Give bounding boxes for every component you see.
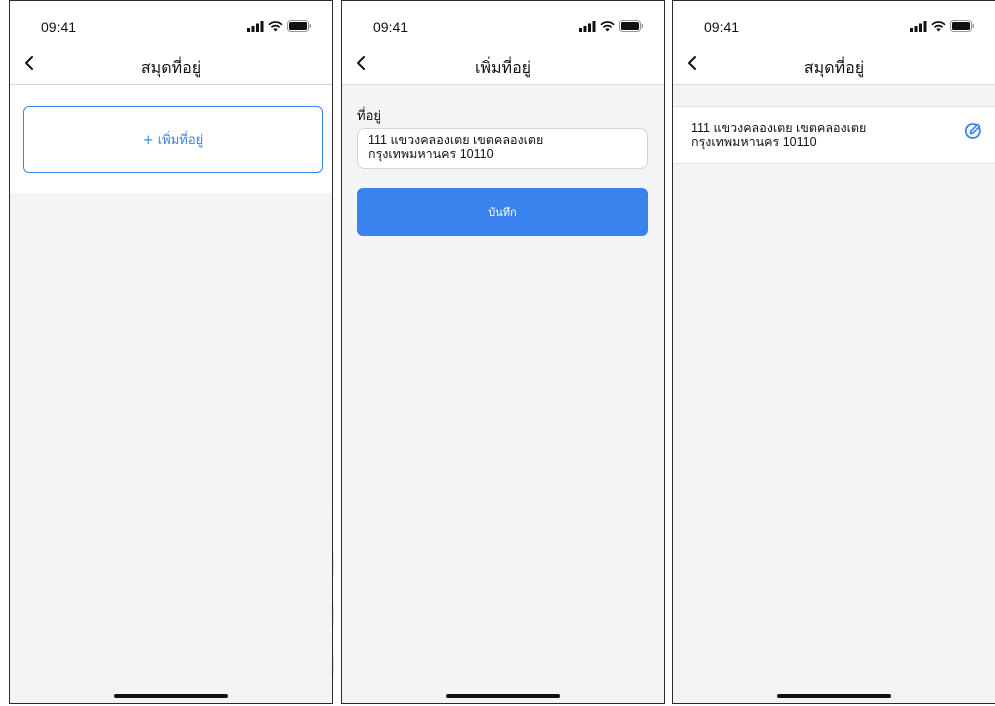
chevron-left-icon[interactable] — [685, 54, 701, 72]
cellular-signal-icon — [579, 20, 596, 32]
address-input-line-1: 111 แขวงคลองเตย เขตคลองเตย — [368, 133, 544, 147]
chevron-left-icon[interactable] — [354, 54, 370, 72]
status-time: 09:41 — [41, 19, 77, 35]
status-bar: 09:41 — [10, 1, 332, 41]
address-label: ที่อยู่ — [357, 109, 381, 124]
home-indicator — [446, 694, 560, 698]
status-time: 09:41 — [704, 19, 740, 35]
battery-icon — [950, 20, 974, 32]
address-line-2: กรุงเทพมหานคร 10110 — [691, 135, 817, 149]
cellular-signal-icon — [247, 20, 264, 32]
address-book-empty-screen: 09:41 สมุดที่อยู่ + เพิ่มที่อยู่ — [9, 0, 333, 704]
edit-icon[interactable] — [963, 121, 983, 141]
navigation-bar: เพิ่มที่อยู่ — [342, 41, 664, 85]
chevron-left-icon[interactable] — [22, 54, 38, 72]
add-address-screen: 09:41 เพิ่มที่อยู่ ที่อยู่ 111 แขวงคลองเ… — [341, 0, 665, 704]
status-time: 09:41 — [373, 19, 409, 35]
address-input[interactable]: 111 แขวงคลองเตย เขตคลองเตย กรุงเทพมหานคร… — [357, 128, 648, 169]
battery-icon — [619, 20, 643, 32]
cellular-signal-icon — [910, 20, 927, 32]
navigation-bar: สมุดที่อยู่ — [10, 41, 332, 85]
add-address-button[interactable]: + เพิ่มที่อยู่ — [23, 106, 323, 173]
wifi-icon — [931, 20, 946, 31]
navigation-bar: สมุดที่อยู่ — [673, 41, 995, 85]
home-indicator — [777, 694, 891, 698]
status-bar: 09:41 — [342, 1, 664, 41]
page-title: สมุดที่อยู่ — [140, 58, 202, 77]
save-button[interactable]: บันทึก — [357, 188, 648, 236]
battery-icon — [287, 20, 311, 32]
address-book-list-screen: 09:41 สมุดที่อยู่ 111 แขวงคลองเตย เขตคลอ… — [672, 0, 995, 704]
address-input-line-2: กรุงเทพมหานคร 10110 — [368, 147, 494, 161]
status-bar: 09:41 — [673, 1, 995, 41]
address-line-1: 111 แขวงคลองเตย เขตคลองเตย — [691, 121, 867, 135]
page-title: สมุดที่อยู่ — [803, 58, 865, 77]
address-list-item[interactable]: 111 แขวงคลองเตย เขตคลองเตย กรุงเทพมหานคร… — [673, 106, 995, 164]
wifi-icon — [600, 20, 615, 31]
home-indicator — [114, 694, 228, 698]
page-title: เพิ่มที่อยู่ — [474, 58, 532, 77]
wifi-icon — [268, 20, 283, 31]
